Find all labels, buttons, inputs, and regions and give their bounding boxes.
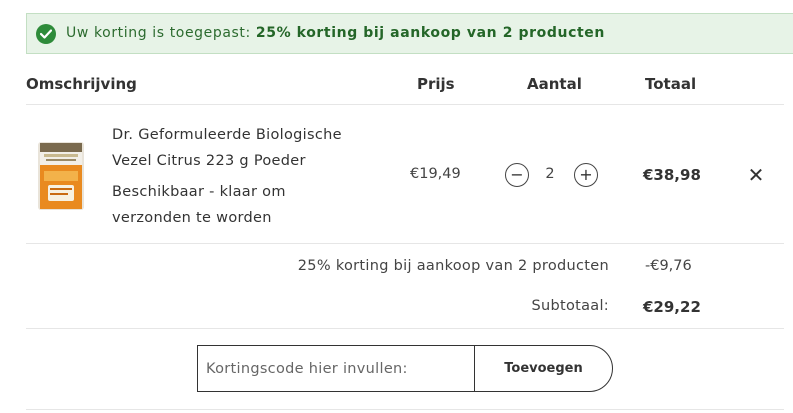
product-image[interactable] — [36, 141, 86, 211]
product-name-link[interactable]: Dr. Geformuleerde Biologische Vezel Citr… — [112, 122, 372, 174]
discount-label: 25% korting bij aankoop van 2 producten — [297, 258, 609, 274]
coupon-code-input[interactable] — [197, 345, 475, 392]
footer-divider — [26, 409, 784, 410]
header-price: Prijs — [417, 75, 455, 93]
banner-discount-name: 25% korting bij aankoop van 2 producten — [255, 25, 605, 41]
header-total: Totaal — [645, 75, 697, 93]
subtotal-label: Subtotaal: — [531, 298, 609, 314]
discount-value: -€9,76 — [645, 258, 692, 274]
availability-status: Beschikbaar - klaar om verzonden te word… — [112, 184, 286, 226]
header-quantity: Aantal — [527, 75, 582, 93]
unit-price: €19,49 — [410, 166, 461, 182]
header-description: Omschrijving — [26, 75, 137, 93]
item-divider — [26, 243, 784, 244]
minus-icon: − — [510, 165, 524, 184]
remove-item-button[interactable]: ✕ — [745, 163, 767, 187]
close-icon: ✕ — [747, 163, 765, 187]
quantity-value[interactable]: 2 — [540, 166, 560, 182]
banner-prefix: Uw korting is toegepast: — [66, 25, 256, 41]
discount-applied-banner: Uw korting is toegepast: 25% korting bij… — [26, 13, 793, 54]
check-circle-icon — [36, 24, 56, 44]
banner-message: Uw korting is toegepast: 25% korting bij… — [66, 25, 605, 41]
summary-divider — [26, 328, 784, 329]
increase-quantity-button[interactable]: + — [574, 163, 598, 187]
subtotal-value: €29,22 — [643, 298, 701, 316]
line-total: €38,98 — [643, 166, 701, 184]
header-divider — [26, 104, 784, 105]
decrease-quantity-button[interactable]: − — [505, 163, 529, 187]
plus-icon: + — [579, 165, 593, 184]
apply-coupon-button[interactable]: Toevoegen — [474, 345, 613, 392]
